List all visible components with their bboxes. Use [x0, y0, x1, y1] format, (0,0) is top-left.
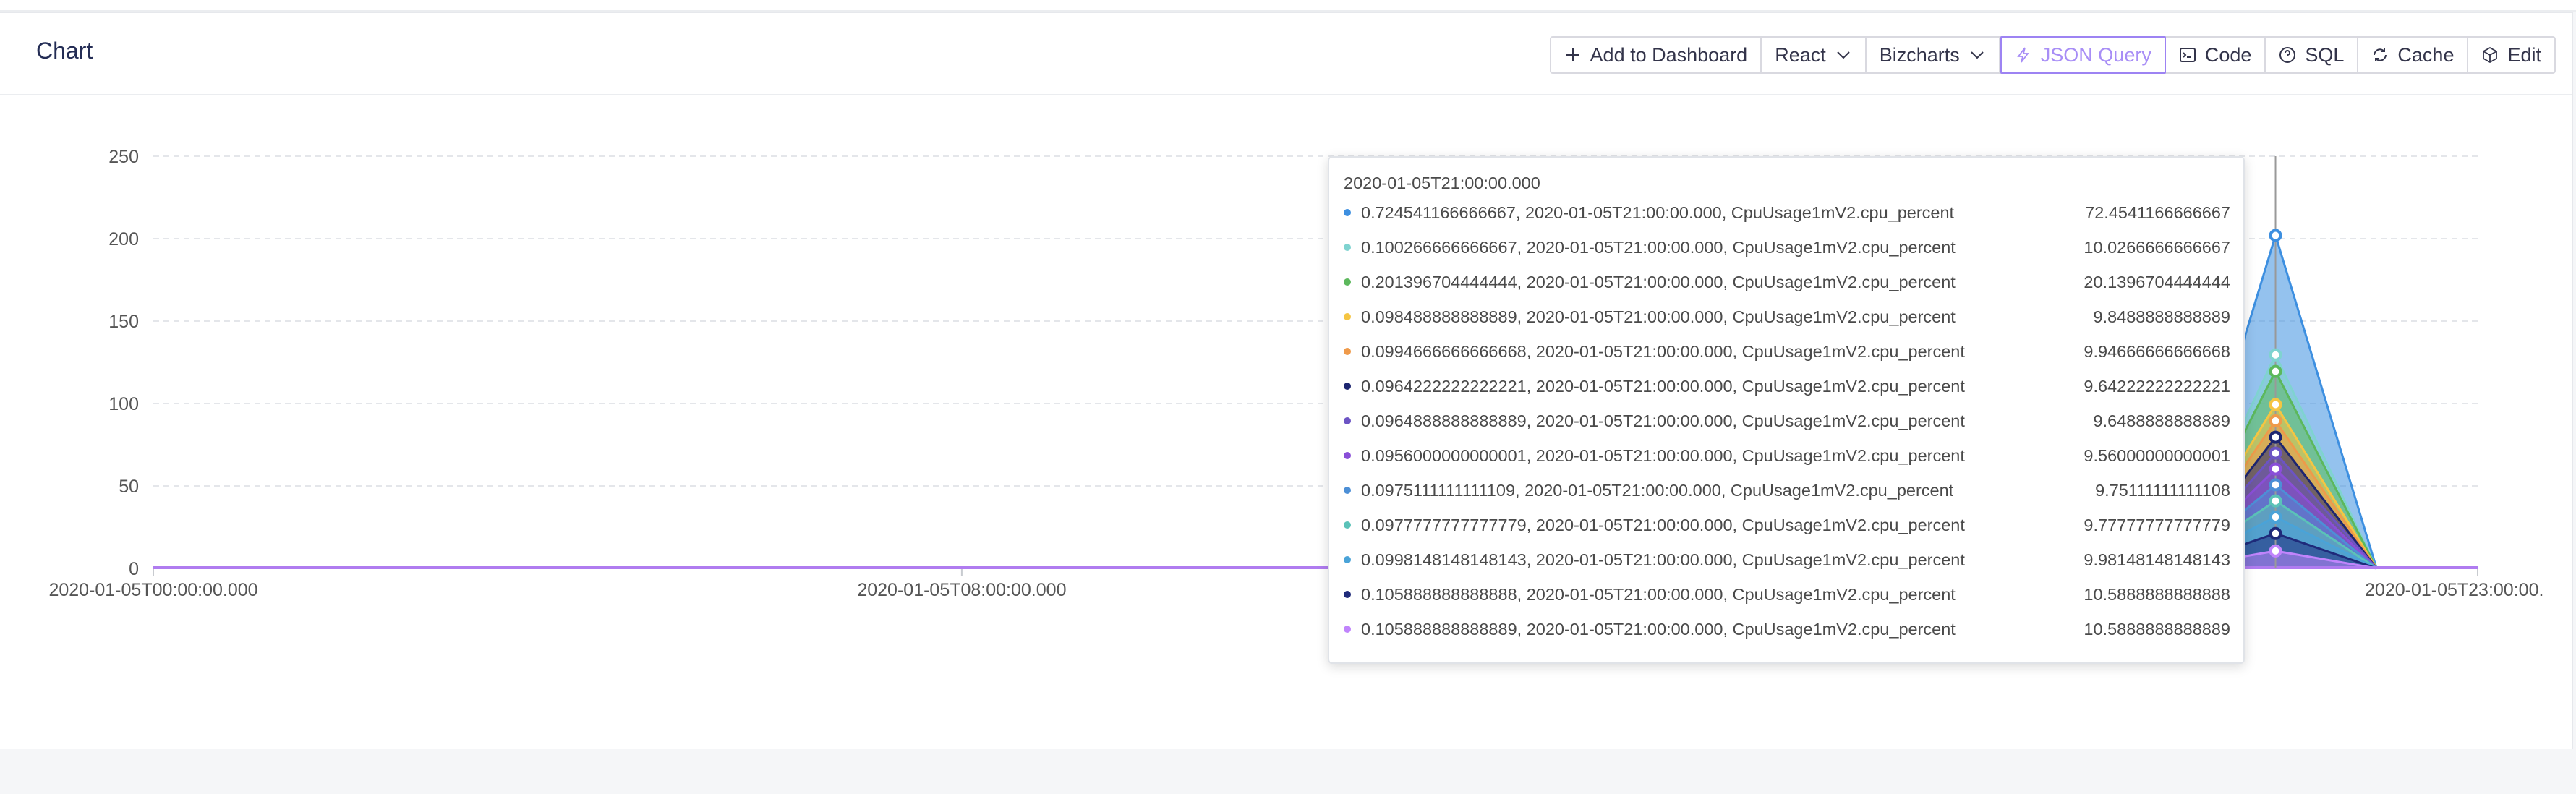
tooltip-series-name: 0.0977777777777779, 2020-01-05T21:00:00.… — [1361, 515, 1965, 534]
legend-dot-icon — [1344, 591, 1351, 598]
data-point-marker — [2269, 446, 2282, 460]
tooltip-series-value: 10.5888888888889 — [2084, 619, 2230, 639]
data-point-marker — [2269, 430, 2282, 444]
tooltip-series-value: 9.94666666666668 — [2084, 341, 2230, 361]
tooltip-series-name: 0.0964888888888889, 2020-01-05T21:00:00.… — [1361, 411, 1965, 430]
tooltip-series-value: 9.64222222222221 — [2084, 376, 2230, 396]
tooltip-series-name: 0.098488888888889, 2020-01-05T21:00:00.0… — [1361, 307, 1956, 326]
chart-tooltip: 2020-01-05T21:00:00.000 0.72454116666666… — [1328, 156, 2245, 664]
data-point-marker — [2269, 414, 2282, 427]
tooltip-row: 0.0964222222222221, 2020-01-05T21:00:00.… — [1344, 372, 2230, 401]
tooltip-row: 0.0964888888888889, 2020-01-05T21:00:00.… — [1344, 406, 2230, 435]
y-tick-label: 50 — [119, 477, 139, 497]
data-point-marker — [2269, 544, 2282, 558]
tooltip-row: 0.105888888888889, 2020-01-05T21:00:00.0… — [1344, 615, 2230, 644]
legend-dot-icon — [1344, 417, 1351, 424]
tooltip-series-value: 9.8488888888889 — [2093, 307, 2230, 326]
data-point-marker — [2269, 364, 2282, 378]
legend-dot-icon — [1344, 278, 1351, 286]
y-tick-label: 150 — [108, 312, 139, 332]
tooltip-row: 0.098488888888889, 2020-01-05T21:00:00.0… — [1344, 302, 2230, 331]
tooltip-series-value: 9.75111111111108 — [2095, 480, 2230, 500]
y-tick-label: 200 — [108, 229, 139, 249]
tooltip-title: 2020-01-05T21:00:00.000 — [1344, 174, 1540, 192]
tooltip-series-name: 0.724541166666667, 2020-01-05T21:00:00.0… — [1361, 202, 1955, 222]
y-tick-label: 250 — [108, 147, 139, 167]
legend-dot-icon — [1344, 383, 1351, 390]
legend-dot-icon — [1344, 209, 1351, 216]
tooltip-row: 0.0998148148148143, 2020-01-05T21:00:00.… — [1344, 545, 2230, 574]
legend-dot-icon — [1344, 244, 1351, 251]
x-tick-label: 2020-01-05T08:00:00.000 — [857, 580, 1066, 600]
data-point-marker — [2269, 229, 2282, 242]
tooltip-series-name: 0.0998148148148143, 2020-01-05T21:00:00.… — [1361, 550, 1965, 569]
page-footer-bg — [0, 749, 2576, 794]
tooltip-row: 0.724541166666667, 2020-01-05T21:00:00.0… — [1344, 198, 2230, 227]
tooltip-row: 0.105888888888888, 2020-01-05T21:00:00.0… — [1344, 580, 2230, 609]
tooltip-row: 0.0994666666666668, 2020-01-05T21:00:00.… — [1344, 337, 2230, 366]
y-tick-label: 0 — [129, 559, 139, 579]
x-tick-label: 2020-01-05T00:00:00.000 — [48, 580, 257, 600]
legend-dot-icon — [1344, 348, 1351, 355]
tooltip-series-name: 0.105888888888889, 2020-01-05T21:00:00.0… — [1361, 619, 1956, 639]
tooltip-series-value: 9.6488888888889 — [2093, 411, 2230, 430]
data-point-marker — [2269, 462, 2282, 476]
tooltip-series-value: 9.98148148148143 — [2084, 550, 2230, 569]
legend-dot-icon — [1344, 521, 1351, 529]
data-point-marker — [2269, 478, 2282, 492]
tooltip-series-name: 0.0975111111111109, 2020-01-05T21:00:00.… — [1361, 480, 1954, 500]
tooltip-series-value: 9.56000000000001 — [2084, 445, 2230, 465]
data-point-marker — [2269, 398, 2282, 411]
legend-dot-icon — [1344, 556, 1351, 563]
data-point-marker — [2269, 526, 2282, 540]
tooltip-row: 0.0956000000000001, 2020-01-05T21:00:00.… — [1344, 441, 2230, 470]
tooltip-series-name: 0.201396704444444, 2020-01-05T21:00:00.0… — [1361, 272, 1956, 291]
tooltip-series-name: 0.0964222222222221, 2020-01-05T21:00:00.… — [1361, 376, 1965, 396]
tooltip-series-value: 9.77777777777779 — [2084, 515, 2230, 534]
y-tick-label: 100 — [108, 394, 139, 414]
tooltip-row: 0.201396704444444, 2020-01-05T21:00:00.0… — [1344, 268, 2230, 296]
tooltip-series-name: 0.100266666666667, 2020-01-05T21:00:00.0… — [1361, 237, 1956, 257]
tooltip-row: 0.0977777777777779, 2020-01-05T21:00:00.… — [1344, 511, 2230, 539]
data-point-marker — [2269, 348, 2282, 362]
legend-dot-icon — [1344, 487, 1351, 494]
tooltip-series-value: 72.4541166666667 — [2085, 202, 2230, 222]
legend-dot-icon — [1344, 313, 1351, 320]
legend-dot-icon — [1344, 452, 1351, 459]
data-point-marker — [2269, 510, 2282, 524]
tooltip-series-value: 10.5888888888888 — [2084, 584, 2230, 604]
tooltip-series-value: 10.0266666666667 — [2084, 237, 2230, 257]
data-point-marker — [2269, 494, 2282, 508]
tooltip-series-value: 20.1396704444444 — [2084, 272, 2230, 291]
tooltip-row: 0.0975111111111109, 2020-01-05T21:00:00.… — [1344, 476, 2230, 505]
tooltip-series-name: 0.0956000000000001, 2020-01-05T21:00:00.… — [1361, 445, 1965, 465]
legend-dot-icon — [1344, 626, 1351, 633]
tooltip-row: 0.100266666666667, 2020-01-05T21:00:00.0… — [1344, 233, 2230, 262]
x-tick-label: 2020-01-05T23:00:00. — [2365, 580, 2543, 600]
tooltip-series-name: 0.105888888888888, 2020-01-05T21:00:00.0… — [1361, 584, 1956, 604]
tooltip-series-name: 0.0994666666666668, 2020-01-05T21:00:00.… — [1361, 341, 1965, 361]
